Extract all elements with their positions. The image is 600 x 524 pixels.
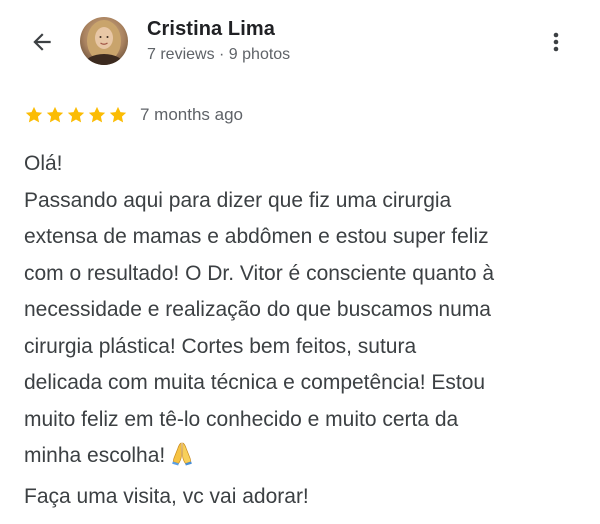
review-text: Olá! Passando aqui para dizer que fiz um… (24, 146, 584, 515)
author-meta: 7 reviews · 9 photos (147, 46, 291, 63)
review-line: com o resultado! O Dr. Vitor é conscient… (24, 261, 495, 285)
review-header: Cristina Lima 7 reviews · 9 photos (0, 0, 600, 86)
review-line: Faça uma visita, vc vai adorar! (24, 484, 309, 508)
more-vertical-icon (553, 32, 559, 52)
star-icon (46, 106, 64, 123)
review-line: Olá! (24, 152, 63, 175)
star-icon (109, 106, 127, 123)
review-line: necessidade e realização do que buscamos… (24, 298, 491, 321)
review-line: Passando aqui para dizer que fiz uma cir… (24, 188, 452, 212)
review-line-with-emoji: minha escolha! (24, 438, 584, 479)
review-line: extensa de mamas e abdômen e estou super… (24, 225, 489, 248)
folded-hands-emoji (169, 440, 195, 479)
star-icon (25, 106, 43, 123)
more-options-button[interactable] (540, 26, 572, 58)
star-icon (88, 106, 106, 123)
review-line: cirurgia plástica! Cortes bem feitos, su… (24, 334, 417, 358)
back-button[interactable] (26, 26, 58, 58)
review-date: 7 months ago (140, 105, 244, 124)
avatar[interactable] (80, 17, 128, 65)
arrow-back-icon (33, 33, 51, 51)
review-line: minha escolha! (24, 444, 166, 467)
star-rating (24, 105, 128, 125)
review-line: delicada com muita técnica e competência… (24, 371, 486, 394)
review-line: muito feliz em tê-lo conhecido e muito c… (24, 407, 459, 431)
rating-row: 7 months ago (24, 101, 243, 129)
author-name[interactable]: Cristina Lima (147, 18, 275, 41)
star-icon (67, 106, 85, 123)
